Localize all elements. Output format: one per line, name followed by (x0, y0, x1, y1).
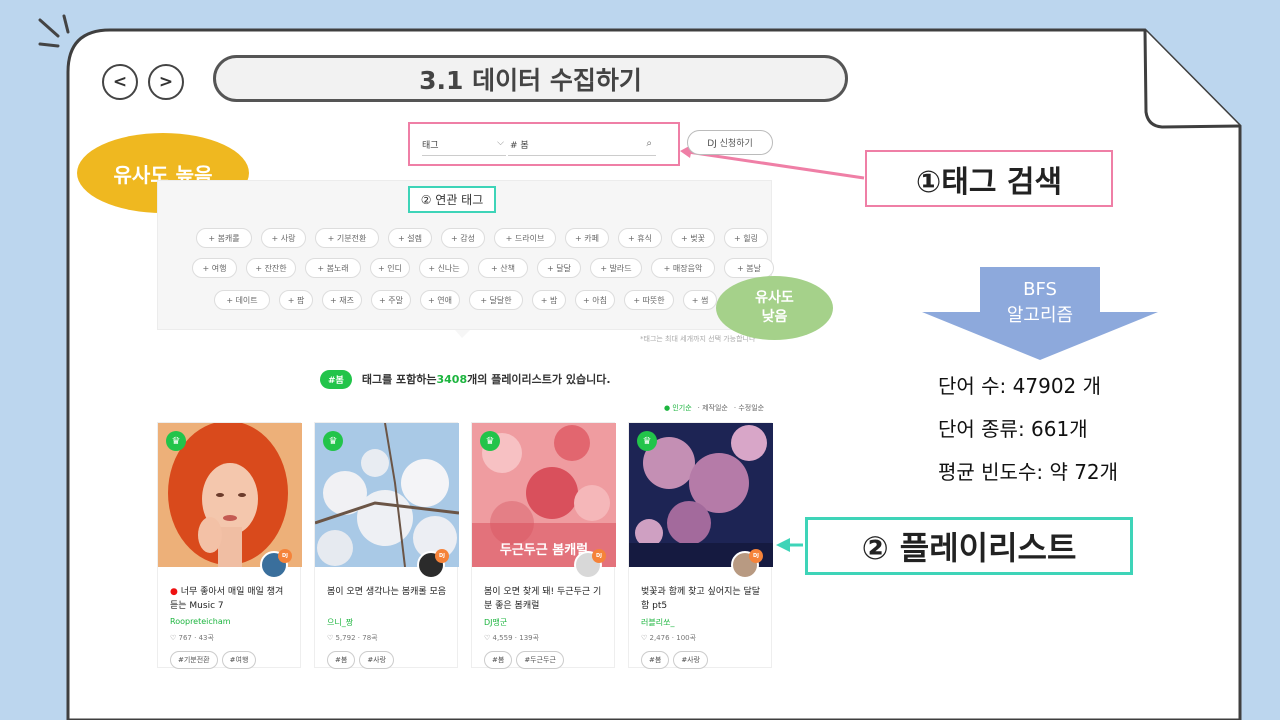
playlist-owner[interactable]: DJ맹군 (484, 617, 507, 628)
playlist-title[interactable]: ● 너무 좋아서 매일 매일 챙겨 듣는 Music 7 (170, 585, 294, 613)
related-tag-chip[interactable]: + 연애 (420, 290, 460, 310)
result-summary: #봄 태그를 포함하는 3408 개의 플레이리스트가 있습니다. (320, 369, 611, 389)
related-tag-chip[interactable]: + 벚꽃 (671, 228, 715, 248)
related-tag-chip[interactable]: + 봄노래 (305, 258, 361, 278)
related-tag-chip[interactable]: + 밤 (532, 290, 566, 310)
playlist-stats: ♡ 767 · 43곡 (170, 634, 214, 642)
playlist-card[interactable]: ♛ DJ 봄이 오면 생각나는 봄캐롤 모음 으니_짱 ♡ 5,792 · 78… (314, 422, 459, 669)
search-type-select[interactable]: 태그 ⌵ (422, 138, 506, 156)
sparkle-icon (38, 14, 70, 48)
related-tag-chip[interactable]: + 따뜻한 (624, 290, 674, 310)
related-tag-chip[interactable]: + 인디 (370, 258, 410, 278)
playlist-owner[interactable]: Roopreteicham (170, 617, 231, 626)
playlist-thumbnail[interactable]: 두근두근 봄캐럴 ♛ (472, 423, 616, 567)
playlist-thumbnail[interactable]: ♛ (629, 423, 773, 567)
average-frequency: 평균 빈도수: 약 72개 (938, 460, 1119, 484)
playlist-tag[interactable]: #봄 (484, 651, 513, 669)
related-tag-chip[interactable]: + 매장음악 (651, 258, 715, 278)
related-tag-chip[interactable]: + 재즈 (322, 290, 362, 310)
related-tag-chip[interactable]: + 봄캐롤 (196, 228, 252, 248)
playlist-tag[interactable]: #기분전환 (170, 651, 218, 669)
sort-created[interactable]: · 제작일순 (698, 403, 728, 413)
playlist-callout: ② 플레이리스트 (805, 517, 1133, 575)
related-tag-chip[interactable]: + 달달한 (469, 290, 523, 310)
sort-popular[interactable]: ● 인기순 (664, 403, 692, 413)
low-similarity-label: 유사도 낮음 (716, 276, 833, 340)
related-tag-chip[interactable]: + 휴식 (618, 228, 662, 248)
related-tag-chip[interactable]: + 카페 (565, 228, 609, 248)
playlist-card[interactable]: 두근두근 봄캐럴 ♛ DJ 봄이 오면 찾게 돼! 두근두근 기분 좋은 봄캐럴… (471, 422, 616, 669)
playlist-tag[interactable]: #사랑 (359, 651, 395, 669)
playlist-tag[interactable]: #두근두근 (516, 651, 564, 669)
playlist-tag[interactable]: #봄 (641, 651, 670, 669)
playlist-card[interactable]: ♛ DJ ● 너무 좋아서 매일 매일 챙겨 듣는 Music 7 Roopre… (157, 422, 302, 669)
tag-badge: #봄 (320, 369, 352, 389)
playlist-stats: ♡ 4,559 · 139곡 (484, 634, 540, 642)
bfs-algorithm-label: BFS 알고리즘 (1006, 279, 1074, 326)
playlist-stats: ♡ 2,476 · 100곡 (641, 634, 697, 642)
search-bar: 태그 ⌵ # 봄 ⌕ (408, 122, 680, 166)
related-tag-chip[interactable]: + 설렘 (388, 228, 432, 248)
slide-title: 3.1 데이터 수집하기 (213, 55, 848, 102)
related-tag-chip[interactable]: + 감성 (441, 228, 485, 248)
crown-icon: ♛ (166, 431, 186, 451)
dj-badge: DJ (278, 549, 292, 563)
search-icon[interactable]: ⌕ (646, 138, 652, 149)
related-tag-chip[interactable]: + 힐링 (724, 228, 768, 248)
playlist-thumbnail[interactable]: ♛ (158, 423, 302, 567)
related-tags-label: ② 연관 태그 (408, 186, 496, 213)
related-tag-chip[interactable]: + 사랑 (261, 228, 306, 248)
related-tag-chip[interactable]: + 신나는 (419, 258, 469, 278)
related-tag-chip[interactable]: + 봄날 (724, 258, 774, 278)
playlist-title[interactable]: 봄이 오면 생각나는 봄캐롤 모음 (327, 585, 451, 599)
result-count: 3408 (436, 372, 468, 386)
dj-badge: DJ (435, 549, 449, 563)
related-tag-chip[interactable]: + 팝 (279, 290, 313, 310)
word-types: 단어 종류: 661개 (938, 417, 1088, 441)
related-tag-chip[interactable]: + 드라이브 (494, 228, 556, 248)
dj-apply-button[interactable]: DJ 신청하기 (687, 130, 773, 155)
related-tag-chip[interactable]: + 잔잔한 (246, 258, 296, 278)
crown-icon: ♛ (323, 431, 343, 451)
playlist-stats: ♡ 5,792 · 78곡 (327, 634, 378, 642)
related-tag-chip[interactable]: + 여행 (192, 258, 237, 278)
tag-search-callout: ①태그 검색 (865, 150, 1113, 207)
crown-icon: ♛ (480, 431, 500, 451)
related-tag-chip[interactable]: + 썸 (683, 290, 717, 310)
playlist-card[interactable]: ♛ DJ 벚꽃과 함께 찾고 싶어지는 달달함 pt5 러블리쏘_ ♡ 2,47… (628, 422, 773, 669)
dj-badge: DJ (592, 549, 606, 563)
search-input[interactable]: # 봄 ⌕ (508, 138, 656, 156)
related-tag-chip[interactable]: + 기분전환 (315, 228, 379, 248)
forward-button[interactable]: > (148, 64, 184, 100)
crown-icon: ♛ (637, 431, 657, 451)
playlist-owner[interactable]: 으니_짱 (327, 617, 353, 628)
playlist-title[interactable]: 벚꽃과 함께 찾고 싶어지는 달달함 pt5 (641, 585, 765, 613)
related-tag-chip[interactable]: + 아침 (575, 290, 615, 310)
playlist-tag[interactable]: #여행 (221, 651, 257, 669)
sort-options: ● 인기순 · 제작일순 · 수정일순 (664, 403, 764, 413)
word-count: 단어 수: 47902 개 (938, 374, 1102, 398)
sort-modified[interactable]: · 수정일순 (734, 403, 764, 413)
back-button[interactable]: < (102, 64, 138, 100)
related-tag-chip[interactable]: + 주말 (371, 290, 411, 310)
related-tag-chip[interactable]: + 달달 (537, 258, 581, 278)
related-tag-chip[interactable]: + 데이트 (214, 290, 270, 310)
playlist-title[interactable]: 봄이 오면 찾게 돼! 두근두근 기분 좋은 봄캐럴 (484, 585, 608, 613)
playlist-owner[interactable]: 러블리쏘_ (641, 617, 674, 628)
related-tag-chip[interactable]: + 발라드 (590, 258, 642, 278)
dj-badge: DJ (749, 549, 763, 563)
related-tag-chip[interactable]: + 산책 (478, 258, 528, 278)
tag-limit-note: *태그는 최대 세개까지 선택 가능합니다 (640, 335, 756, 343)
playlist-thumbnail[interactable]: ♛ (315, 423, 459, 567)
playlist-tag[interactable]: #봄 (327, 651, 356, 669)
playlist-tag[interactable]: #사랑 (673, 651, 709, 669)
chevron-down-icon: ⌵ (497, 138, 504, 148)
